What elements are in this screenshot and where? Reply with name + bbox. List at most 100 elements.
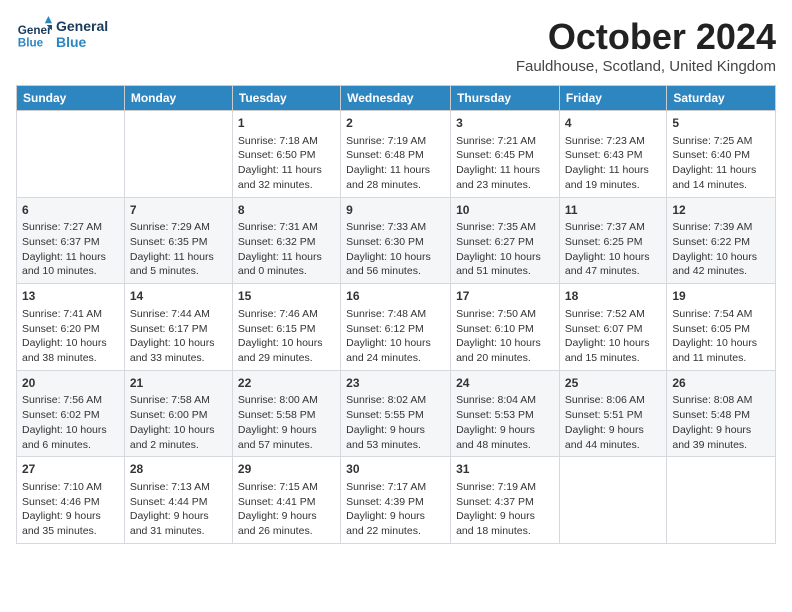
day-content: Sunrise: 7:23 AM Sunset: 6:43 PM Dayligh… xyxy=(565,134,661,193)
svg-text:General: General xyxy=(18,24,52,37)
svg-text:Blue: Blue xyxy=(18,37,44,50)
day-content: Sunrise: 7:39 AM Sunset: 6:22 PM Dayligh… xyxy=(672,220,770,279)
day-content: Sunrise: 8:04 AM Sunset: 5:53 PM Dayligh… xyxy=(456,393,554,452)
day-content: Sunrise: 7:48 AM Sunset: 6:12 PM Dayligh… xyxy=(346,307,445,366)
month-title: October 2024 xyxy=(516,16,776,58)
calendar-cell xyxy=(124,111,232,198)
calendar-cell: 25Sunrise: 8:06 AM Sunset: 5:51 PM Dayli… xyxy=(559,370,666,457)
day-number: 4 xyxy=(565,115,661,132)
weekday-header: Friday xyxy=(559,86,666,111)
calendar-cell: 17 Sunrise: 7:50 AM Sunset: 6:10 PM Dayli… xyxy=(451,284,560,371)
day-number: 20 xyxy=(22,375,119,392)
day-content: Sunrise: 7:44 AM Sunset: 6:17 PM Dayligh… xyxy=(130,307,227,366)
day-number: 14 xyxy=(130,288,227,305)
calendar-week-row: 1Sunrise: 7:18 AM Sunset: 6:50 PM Daylig… xyxy=(17,111,776,198)
day-number: 24 xyxy=(456,375,554,392)
calendar-cell: 26Sunrise: 8:08 AM Sunset: 5:48 PM Dayli… xyxy=(667,370,776,457)
calendar-cell xyxy=(17,111,125,198)
calendar-cell: 29 Sunrise: 7:15 AM Sunset: 4:41 PM Dayli… xyxy=(232,457,340,544)
day-number: 13 xyxy=(22,288,119,305)
calendar-cell: 16Sunrise: 7:48 AM Sunset: 6:12 PM Dayli… xyxy=(341,284,451,371)
calendar-week-row: 6Sunrise: 7:27 AM Sunset: 6:37 PM Daylig… xyxy=(17,197,776,284)
day-content: Sunrise: 7:52 AM Sunset: 6:07 PM Dayligh… xyxy=(565,307,661,366)
calendar-week-row: 13 Sunrise: 7:41 AM Sunset: 6:20 PM Dayli… xyxy=(17,284,776,371)
calendar-cell: 1Sunrise: 7:18 AM Sunset: 6:50 PM Daylig… xyxy=(232,111,340,198)
day-content: Sunrise: 7:58 AM Sunset: 6:00 PM Dayligh… xyxy=(130,393,227,452)
weekday-header: Sunday xyxy=(17,86,125,111)
day-content: Sunrise: 8:08 AM Sunset: 5:48 PM Dayligh… xyxy=(672,393,770,452)
calendar-cell: 4 Sunrise: 7:23 AM Sunset: 6:43 PM Daylig… xyxy=(559,111,666,198)
calendar-cell: 7Sunrise: 7:29 AM Sunset: 6:35 PM Daylig… xyxy=(124,197,232,284)
location: Fauldhouse, Scotland, United Kingdom xyxy=(516,58,776,75)
day-number: 27 xyxy=(22,461,119,478)
day-number: 7 xyxy=(130,202,227,219)
logo-blue: Blue xyxy=(56,34,108,50)
calendar-cell: 31Sunrise: 7:19 AM Sunset: 4:37 PM Dayli… xyxy=(451,457,560,544)
calendar-table: SundayMondayTuesdayWednesdayThursdayFrid… xyxy=(16,85,776,544)
weekday-header: Saturday xyxy=(667,86,776,111)
day-content: Sunrise: 7:10 AM Sunset: 4:46 PM Dayligh… xyxy=(22,480,119,539)
day-content: Sunrise: 7:19 AM Sunset: 4:37 PM Dayligh… xyxy=(456,480,554,539)
day-number: 17 xyxy=(456,288,554,305)
day-content: Sunrise: 7:17 AM Sunset: 4:39 PM Dayligh… xyxy=(346,480,445,539)
day-number: 9 xyxy=(346,202,445,219)
calendar-cell: 23Sunrise: 8:02 AM Sunset: 5:55 PM Dayli… xyxy=(341,370,451,457)
day-content: Sunrise: 7:41 AM Sunset: 6:20 PM Dayligh… xyxy=(22,307,119,366)
day-number: 28 xyxy=(130,461,227,478)
day-content: Sunrise: 7:31 AM Sunset: 6:32 PM Dayligh… xyxy=(238,220,335,279)
calendar-cell: 9Sunrise: 7:33 AM Sunset: 6:30 PM Daylig… xyxy=(341,197,451,284)
day-content: Sunrise: 7:19 AM Sunset: 6:48 PM Dayligh… xyxy=(346,134,445,193)
day-content: Sunrise: 8:00 AM Sunset: 5:58 PM Dayligh… xyxy=(238,393,335,452)
day-content: Sunrise: 8:02 AM Sunset: 5:55 PM Dayligh… xyxy=(346,393,445,452)
calendar-cell xyxy=(559,457,666,544)
calendar-cell: 14 Sunrise: 7:44 AM Sunset: 6:17 PM Dayli… xyxy=(124,284,232,371)
logo-icon: General Blue xyxy=(16,16,52,52)
day-number: 23 xyxy=(346,375,445,392)
day-number: 3 xyxy=(456,115,554,132)
calendar-cell: 24Sunrise: 8:04 AM Sunset: 5:53 PM Dayli… xyxy=(451,370,560,457)
day-number: 26 xyxy=(672,375,770,392)
day-number: 25 xyxy=(565,375,661,392)
day-content: Sunrise: 7:29 AM Sunset: 6:35 PM Dayligh… xyxy=(130,220,227,279)
calendar-cell: 11Sunrise: 7:37 AM Sunset: 6:25 PM Dayli… xyxy=(559,197,666,284)
day-number: 18 xyxy=(565,288,661,305)
weekday-header-row: SundayMondayTuesdayWednesdayThursdayFrid… xyxy=(17,86,776,111)
day-number: 22 xyxy=(238,375,335,392)
calendar-cell: 5Sunrise: 7:25 AM Sunset: 6:40 PM Daylig… xyxy=(667,111,776,198)
day-number: 21 xyxy=(130,375,227,392)
day-number: 15 xyxy=(238,288,335,305)
weekday-header: Monday xyxy=(124,86,232,111)
calendar-cell: 21Sunrise: 7:58 AM Sunset: 6:00 PM Dayli… xyxy=(124,370,232,457)
day-content: Sunrise: 7:46 AM Sunset: 6:15 PM Dayligh… xyxy=(238,307,335,366)
logo-general: General xyxy=(56,18,108,34)
calendar-cell: 15 Sunrise: 7:46 AM Sunset: 6:15 PM Dayli… xyxy=(232,284,340,371)
calendar-cell: 3Sunrise: 7:21 AM Sunset: 6:45 PM Daylig… xyxy=(451,111,560,198)
calendar-cell: 30Sunrise: 7:17 AM Sunset: 4:39 PM Dayli… xyxy=(341,457,451,544)
calendar-cell: 19Sunrise: 7:54 AM Sunset: 6:05 PM Dayli… xyxy=(667,284,776,371)
logo: General Blue General Blue xyxy=(16,16,108,52)
calendar-cell: 28 Sunrise: 7:13 AM Sunset: 4:44 PM Dayli… xyxy=(124,457,232,544)
day-content: Sunrise: 7:35 AM Sunset: 6:27 PM Dayligh… xyxy=(456,220,554,279)
day-content: Sunrise: 7:37 AM Sunset: 6:25 PM Dayligh… xyxy=(565,220,661,279)
day-number: 5 xyxy=(672,115,770,132)
page-header: General Blue General Blue October 2024 F… xyxy=(16,16,776,75)
calendar-cell: 12Sunrise: 7:39 AM Sunset: 6:22 PM Dayli… xyxy=(667,197,776,284)
day-content: Sunrise: 7:56 AM Sunset: 6:02 PM Dayligh… xyxy=(22,393,119,452)
day-number: 2 xyxy=(346,115,445,132)
day-content: Sunrise: 8:06 AM Sunset: 5:51 PM Dayligh… xyxy=(565,393,661,452)
weekday-header: Thursday xyxy=(451,86,560,111)
day-number: 29 xyxy=(238,461,335,478)
calendar-cell xyxy=(667,457,776,544)
calendar-cell: 13 Sunrise: 7:41 AM Sunset: 6:20 PM Dayli… xyxy=(17,284,125,371)
day-content: Sunrise: 7:50 AM Sunset: 6:10 PM Dayligh… xyxy=(456,307,554,366)
day-number: 1 xyxy=(238,115,335,132)
day-number: 8 xyxy=(238,202,335,219)
day-number: 11 xyxy=(565,202,661,219)
day-content: Sunrise: 7:33 AM Sunset: 6:30 PM Dayligh… xyxy=(346,220,445,279)
calendar-week-row: 20Sunrise: 7:56 AM Sunset: 6:02 PM Dayli… xyxy=(17,370,776,457)
day-content: Sunrise: 7:15 AM Sunset: 4:41 PM Dayligh… xyxy=(238,480,335,539)
day-content: Sunrise: 7:54 AM Sunset: 6:05 PM Dayligh… xyxy=(672,307,770,366)
calendar-week-row: 27 Sunrise: 7:10 AM Sunset: 4:46 PM Dayli… xyxy=(17,457,776,544)
calendar-cell: 6Sunrise: 7:27 AM Sunset: 6:37 PM Daylig… xyxy=(17,197,125,284)
day-content: Sunrise: 7:13 AM Sunset: 4:44 PM Dayligh… xyxy=(130,480,227,539)
